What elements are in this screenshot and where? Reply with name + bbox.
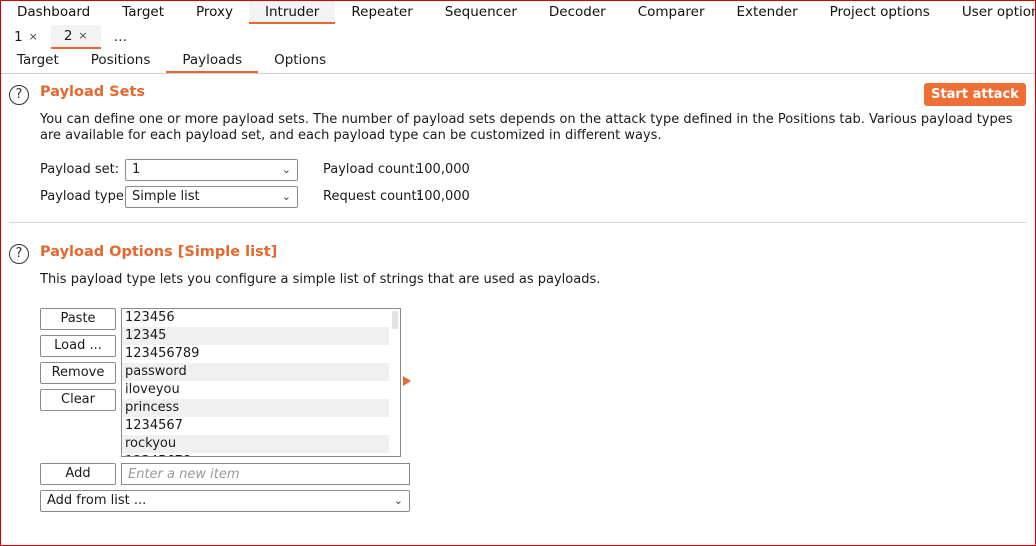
- tab-dashboard[interactable]: Dashboard: [1, 1, 106, 24]
- tab-project-options[interactable]: Project options: [814, 1, 946, 24]
- payload-type-label: Payload type:: [40, 189, 129, 204]
- instance-tab-1[interactable]: 1 ×: [1, 25, 51, 49]
- payload-set-label: Payload set:: [40, 162, 120, 177]
- list-item[interactable]: password: [122, 363, 389, 381]
- request-count-label: Request count:: [323, 189, 421, 204]
- tab-proxy[interactable]: Proxy: [180, 1, 249, 24]
- close-icon[interactable]: ×: [29, 26, 38, 48]
- expand-arrow-icon[interactable]: [403, 376, 411, 386]
- tab-intruder[interactable]: Intruder: [249, 1, 336, 24]
- load-button[interactable]: Load ...: [40, 335, 116, 357]
- payload-count-label: Payload count:: [323, 162, 419, 177]
- instance-tab-2[interactable]: 2 ×: [50, 25, 101, 49]
- help-icon[interactable]: ?: [9, 85, 29, 105]
- add-button[interactable]: Add: [40, 463, 116, 485]
- tab-extender[interactable]: Extender: [721, 1, 814, 24]
- list-scrollbar[interactable]: [392, 311, 398, 329]
- add-from-list-select[interactable]: Add from list ... ⌄: [40, 490, 410, 512]
- main-tab-bar: Dashboard Target Proxy Intruder Repeater…: [1, 1, 1036, 26]
- payload-set-select[interactable]: 1 ⌄: [125, 159, 298, 181]
- subtab-payloads[interactable]: Payloads: [166, 49, 259, 73]
- payload-set-value: 1: [132, 162, 141, 177]
- instance-tab-label: 1: [14, 29, 23, 45]
- list-item[interactable]: 123456: [122, 309, 389, 327]
- new-item-input[interactable]: [121, 463, 410, 485]
- new-instance-tab[interactable]: …: [101, 25, 141, 49]
- tab-sequencer[interactable]: Sequencer: [429, 1, 533, 24]
- tab-comparer[interactable]: Comparer: [622, 1, 721, 24]
- tab-target[interactable]: Target: [106, 1, 180, 24]
- tab-decoder[interactable]: Decoder: [533, 1, 622, 24]
- subtab-positions[interactable]: Positions: [75, 49, 167, 73]
- list-item[interactable]: rockyou: [122, 435, 389, 453]
- chevron-down-icon: ⌄: [281, 163, 291, 176]
- payload-list[interactable]: 123456 12345 123456789 password iloveyou…: [121, 308, 401, 457]
- instance-tab-label: …: [113, 29, 128, 45]
- help-icon[interactable]: ?: [9, 244, 29, 264]
- close-icon[interactable]: ×: [78, 25, 87, 47]
- paste-button[interactable]: Paste: [40, 308, 116, 330]
- add-from-list-value: Add from list ...: [47, 493, 147, 508]
- instance-tab-bar: 1 × 2 × …: [1, 25, 1035, 50]
- chevron-down-icon: ⌄: [393, 494, 403, 507]
- payload-sets-description-line-2: are available for each payload set, and …: [40, 128, 662, 143]
- payload-sets-title: Payload Sets: [40, 84, 146, 100]
- chevron-down-icon: ⌄: [281, 190, 291, 203]
- list-item[interactable]: 12345: [122, 327, 389, 345]
- list-item[interactable]: 12345678: [122, 453, 389, 456]
- start-attack-button[interactable]: Start attack: [924, 83, 1026, 106]
- request-count-value: 100,000: [416, 189, 470, 204]
- payload-type-value: Simple list: [132, 189, 200, 204]
- section-divider: [9, 222, 1026, 223]
- subtab-target[interactable]: Target: [1, 49, 75, 73]
- subtab-options[interactable]: Options: [258, 49, 342, 73]
- tab-user-options[interactable]: User options: [946, 1, 1036, 24]
- remove-button[interactable]: Remove: [40, 362, 116, 384]
- sub-tab-bar: Target Positions Payloads Options: [1, 49, 1035, 74]
- list-item[interactable]: iloveyou: [122, 381, 389, 399]
- payload-type-select[interactable]: Simple list ⌄: [125, 186, 298, 208]
- list-item[interactable]: 123456789: [122, 345, 389, 363]
- payload-sets-description-line-1: You can define one or more payload sets.…: [40, 112, 1013, 127]
- payload-options-title: Payload Options [Simple list]: [40, 244, 278, 260]
- list-item[interactable]: princess: [122, 399, 389, 417]
- payload-count-value: 100,000: [416, 162, 470, 177]
- payload-options-description: This payload type lets you configure a s…: [40, 272, 601, 287]
- tab-repeater[interactable]: Repeater: [335, 1, 428, 24]
- list-item[interactable]: 1234567: [122, 417, 389, 435]
- clear-button[interactable]: Clear: [40, 389, 116, 411]
- instance-tab-label: 2: [63, 28, 73, 44]
